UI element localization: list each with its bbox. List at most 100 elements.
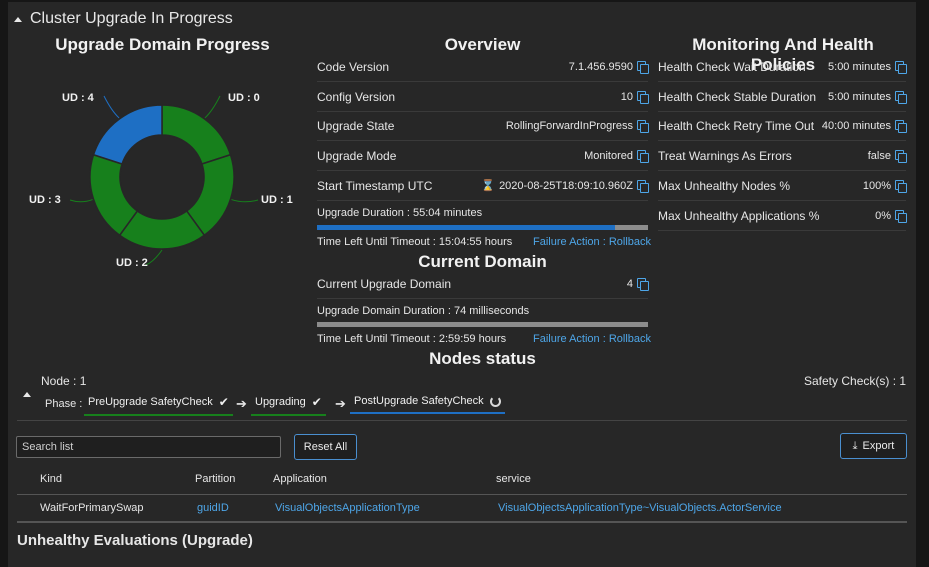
ud-label-1: UD : 1 [261, 194, 293, 206]
copy-icon[interactable] [637, 60, 649, 74]
overview-key: Config Version [317, 89, 396, 104]
search-input[interactable] [16, 436, 281, 458]
donut-segment-ud-4[interactable] [92, 104, 163, 165]
domain-failure-action[interactable]: Failure Action : Rollback [533, 333, 651, 345]
phase-label-text: Upgrading [255, 396, 306, 408]
column-header-kind[interactable]: Kind [40, 473, 62, 485]
upgrade-domain-donut: UD : 0 UD : 1 UD : 2 UD : 3 UD : 4 [20, 60, 310, 290]
ud-label-4: UD : 4 [62, 92, 94, 104]
monitoring-key: Max Unhealthy Nodes % [658, 178, 791, 193]
copy-icon[interactable] [895, 60, 907, 74]
cell-partition-link[interactable]: guidID [197, 502, 229, 514]
collapse-caret-icon[interactable] [14, 16, 22, 22]
copy-icon[interactable] [637, 90, 649, 104]
column-header-application[interactable]: Application [273, 473, 327, 485]
copy-icon[interactable] [895, 209, 907, 223]
current-domain-value: 4 [626, 277, 633, 290]
overview-row-upgrade-state: Upgrade State RollingForwardInProgress [317, 111, 649, 141]
copy-icon[interactable] [637, 149, 649, 163]
upgrade-time-left: Time Left Until Timeout : 15:04:55 hours [317, 236, 513, 248]
overview-row-config-version: Config Version 10 [317, 82, 649, 112]
section-title: Cluster Upgrade In Progress [30, 10, 233, 27]
monitoring-row: Treat Warnings As Errors false [658, 141, 907, 171]
arrow-right-icon: ➔ [236, 396, 247, 411]
download-icon: ⤓ [852, 439, 858, 452]
overview-value: 7.1.456.9590 [568, 60, 633, 73]
monitoring-key: Max Unhealthy Applications % [658, 208, 820, 223]
overview-value: Monitored [584, 149, 633, 162]
current-upgrade-domain-row: Current Upgrade Domain 4 [317, 269, 649, 299]
export-button[interactable]: ⤓ Export [840, 433, 907, 459]
overview-row-start-timestamp: Start Timestamp UTC ⌛ 2020-08-25T18:09:10… [317, 171, 649, 201]
arrow-right-icon: ➔ [335, 396, 346, 411]
check-icon: ✔ [218, 395, 229, 409]
upgrade-domain-progress-title: Upgrade Domain Progress [55, 35, 270, 54]
table-bottom-divider [17, 521, 907, 523]
copy-icon[interactable] [895, 119, 907, 133]
phase-label: Phase : [45, 398, 83, 410]
monitoring-key: Health Check Wait Duration [658, 59, 806, 74]
cell-application-link[interactable]: VisualObjectsApplicationType [275, 502, 420, 514]
leader-line-ud-3 [69, 199, 93, 203]
overview-row-upgrade-mode: Upgrade Mode Monitored [317, 141, 649, 171]
check-icon: ✔ [311, 395, 322, 409]
unhealthy-evaluations-title[interactable]: Unhealthy Evaluations (Upgrade) [17, 532, 253, 549]
monitoring-value: 0% [875, 209, 891, 222]
section-divider [17, 420, 907, 421]
leader-line-ud-2 [145, 249, 163, 266]
ud-label-0: UD : 0 [228, 92, 260, 104]
copy-icon[interactable] [637, 119, 649, 133]
upgrade-failure-action[interactable]: Failure Action : Rollback [533, 236, 651, 248]
reset-all-label: Reset All [303, 441, 348, 453]
current-domain-key: Current Upgrade Domain [317, 276, 452, 291]
overview-key: Upgrade Mode [317, 148, 397, 163]
column-header-partition[interactable]: Partition [195, 473, 235, 485]
upgrade-progress-bar [317, 225, 648, 230]
cell-kind: WaitForPrimarySwap [40, 502, 144, 514]
domain-duration: Upgrade Domain Duration : 74 millisecond… [317, 305, 530, 317]
export-label: Export [862, 440, 895, 452]
monitoring-row: Health Check Stable Duration 5:00 minute… [658, 82, 907, 112]
cell-service-link[interactable]: VisualObjectsApplicationType~VisualObjec… [498, 502, 782, 514]
monitoring-key: Health Check Stable Duration [658, 89, 817, 104]
copy-icon[interactable] [637, 277, 649, 291]
overview-value: 2020-08-25T18:09:10.960Z [499, 179, 633, 192]
monitoring-key: Treat Warnings As Errors [658, 148, 792, 163]
monitoring-value: 5:00 minutes [828, 90, 891, 103]
monitoring-value: false [867, 149, 891, 162]
nodes-status-title: Nodes status [429, 349, 536, 368]
column-header-service[interactable]: service [496, 473, 531, 485]
copy-icon[interactable] [637, 179, 649, 193]
upgrade-progress-fill [317, 225, 615, 230]
donut-segment-ud-0[interactable] [161, 104, 232, 165]
overview-row-code-version: Code Version 7.1.456.9590 [317, 52, 649, 82]
leader-line-ud-1 [231, 199, 259, 203]
phase-postupgrade-safetycheck: PostUpgrade SafetyCheck [350, 395, 505, 414]
section-header[interactable]: Cluster Upgrade In Progress [14, 10, 233, 28]
domain-time-left: Time Left Until Timeout : 2:59:59 hours [317, 333, 507, 345]
overview-key: Start Timestamp UTC [317, 178, 433, 193]
refresh-spinner-icon [489, 395, 501, 407]
monitoring-row: Max Unhealthy Applications % 0% [658, 201, 907, 231]
node-collapse-caret-icon[interactable] [23, 392, 31, 397]
monitoring-value: 100% [862, 179, 891, 192]
reset-all-button[interactable]: Reset All [294, 434, 357, 460]
safety-checks-count: Safety Check(s) : 1 [804, 374, 907, 388]
monitoring-row: Health Check Wait Duration 5:00 minutes [658, 52, 907, 82]
monitoring-row: Max Unhealthy Nodes % 100% [658, 171, 907, 201]
monitoring-key: Health Check Retry Time Out [658, 118, 815, 133]
upgrade-duration: Upgrade Duration : 55:04 minutes [317, 207, 483, 219]
domain-progress-bar [317, 322, 648, 327]
copy-icon[interactable] [895, 179, 907, 193]
phase-label-text: PreUpgrade SafetyCheck [88, 396, 213, 408]
overview-key: Code Version [317, 59, 390, 74]
monitoring-value: 40:00 minutes [821, 119, 891, 132]
leader-line-ud-0 [204, 95, 221, 119]
copy-icon[interactable] [895, 90, 907, 104]
monitoring-row: Health Check Retry Time Out 40:00 minute… [658, 111, 907, 141]
ud-label-3: UD : 3 [29, 194, 61, 206]
overview-value: RollingForwardInProgress [505, 119, 633, 132]
ud-label-2: UD : 2 [116, 257, 148, 269]
node-label: Node : 1 [41, 374, 87, 388]
copy-icon[interactable] [895, 149, 907, 163]
